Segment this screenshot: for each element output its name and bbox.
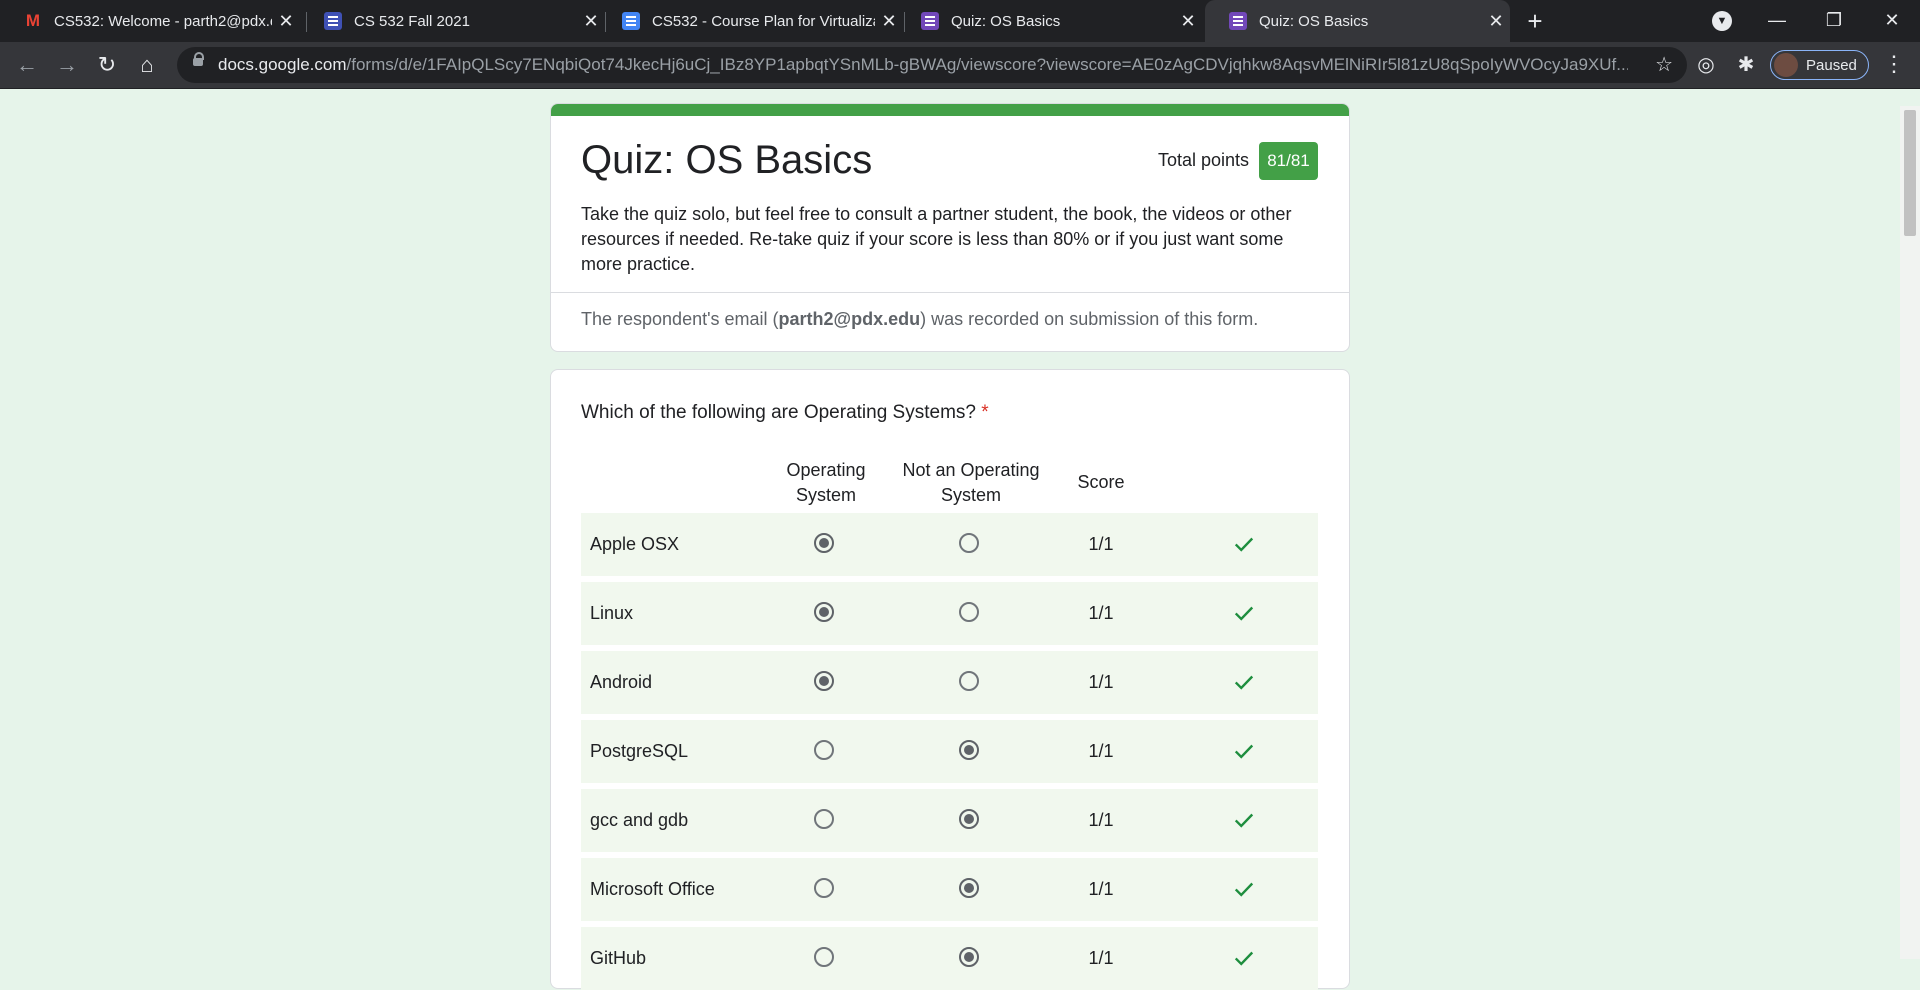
scrollbar-thumb[interactable] <box>1904 110 1916 236</box>
table-row: gcc and gdb 1/1 <box>581 789 1318 852</box>
radio-operating-system[interactable] <box>814 947 834 967</box>
row-score: 1/1 <box>1088 603 1114 623</box>
new-tab-button[interactable]: + <box>1520 6 1550 36</box>
radio-not-operating-system[interactable] <box>959 740 979 760</box>
table-row: Microsoft Office 1/1 <box>581 858 1318 921</box>
row-label: Microsoft Office <box>590 879 715 899</box>
forward-arrow-icon[interactable]: → <box>51 49 83 81</box>
tab-search-icon[interactable]: ▼ <box>1712 11 1732 31</box>
back-arrow-icon[interactable]: ← <box>11 49 43 81</box>
puzzle-icon[interactable]: ✱ <box>1730 49 1762 81</box>
close-icon[interactable]: ✕ <box>272 11 300 32</box>
required-mark: * <box>981 402 989 423</box>
column-header-score: Score <box>1077 472 1125 492</box>
question-card: Which of the following are Operating Sys… <box>550 369 1350 990</box>
checkmark-icon <box>1234 744 1254 759</box>
column-header-not-os: Not an Operating System <box>902 460 1040 505</box>
browser-tab[interactable]: CS532 - Course Plan for Virtualiza ✕ <box>598 0 903 42</box>
radio-not-operating-system[interactable] <box>959 947 979 967</box>
browser-tab[interactable]: M CS532: Welcome - parth2@pdx.e ✕ <box>0 0 300 42</box>
browser-tab[interactable]: CS 532 Fall 2021 ✕ <box>300 0 605 42</box>
quiz-header-card: Quiz: OS Basics Total points 81/81 Take … <box>550 103 1350 352</box>
reload-icon[interactable]: ↻ <box>91 49 123 81</box>
browser-tab[interactable]: Quiz: OS Basics ✕ <box>897 0 1202 42</box>
bookmark-star-icon[interactable]: ☆ <box>1655 47 1673 83</box>
close-icon[interactable]: ✕ <box>1174 11 1202 32</box>
radio-operating-system[interactable] <box>814 878 834 898</box>
quiz-description: Take the quiz solo, but feel free to con… <box>581 204 1292 274</box>
respondent-email: parth2@pdx.edu <box>778 309 921 329</box>
page-title: Quiz: OS Basics <box>581 138 873 182</box>
checkmark-icon <box>1234 813 1254 828</box>
accent-bar <box>551 104 1349 116</box>
respondent-email-notice: The respondent's email (parth2@pdx.edu) … <box>581 309 1259 329</box>
row-score: 1/1 <box>1088 741 1114 761</box>
menu-icon[interactable]: ⋮ <box>1882 49 1906 81</box>
tab-title: Quiz: OS Basics <box>951 12 1061 30</box>
row-score: 1/1 <box>1088 672 1114 692</box>
radio-not-operating-system[interactable] <box>959 809 979 829</box>
tab-title: Quiz: OS Basics <box>1259 12 1369 30</box>
tab-title: CS532 - Course Plan for Virtualiza <box>652 12 875 30</box>
row-score: 1/1 <box>1088 534 1114 554</box>
radio-operating-system[interactable] <box>814 809 834 829</box>
tab-strip: M CS532: Welcome - parth2@pdx.e ✕ CS 532… <box>0 0 1920 42</box>
browser-tab-active[interactable]: Quiz: OS Basics ✕ <box>1205 0 1510 42</box>
address-bar[interactable]: docs.google.com/forms/d/e/1FAIpQLScy7ENq… <box>177 47 1687 83</box>
gmail-icon: M <box>25 11 41 30</box>
row-label: Linux <box>590 603 634 623</box>
close-icon[interactable]: ✕ <box>1482 11 1510 32</box>
table-row: Android 1/1 <box>581 651 1318 714</box>
profile-status: Paused <box>1806 56 1857 74</box>
url-text[interactable]: docs.google.com/forms/d/e/1FAIpQLScy7ENq… <box>218 47 1628 83</box>
restore-icon[interactable]: ❐ <box>1810 0 1858 42</box>
table-row: PostgreSQL 1/1 <box>581 720 1318 783</box>
checkmark-icon <box>1234 537 1254 552</box>
row-label: Apple OSX <box>590 534 680 554</box>
column-header-os: Operating System <box>786 460 866 505</box>
radio-not-operating-system[interactable] <box>959 878 979 898</box>
window-close-icon[interactable]: ✕ <box>1868 0 1916 42</box>
forms-icon <box>1229 12 1247 30</box>
lock-icon <box>193 52 204 66</box>
row-label: gcc and gdb <box>590 810 689 830</box>
forms-icon <box>921 12 939 30</box>
checkmark-icon <box>1234 675 1254 690</box>
radio-not-operating-system[interactable] <box>959 671 979 691</box>
table-row: Apple OSX 1/1 <box>581 513 1318 576</box>
sites-icon <box>324 12 342 30</box>
radio-operating-system[interactable] <box>814 671 834 691</box>
row-score: 1/1 <box>1088 879 1114 899</box>
divider <box>551 292 1349 293</box>
row-label: Android <box>590 672 653 692</box>
radio-operating-system[interactable] <box>814 533 834 553</box>
docs-icon <box>622 12 640 30</box>
checkmark-icon <box>1234 882 1254 897</box>
avatar <box>1774 53 1798 77</box>
tab-title: CS532: Welcome - parth2@pdx.e <box>54 12 272 30</box>
minimize-icon[interactable]: — <box>1753 0 1801 42</box>
checkmark-icon <box>1234 951 1254 966</box>
radio-not-operating-system[interactable] <box>959 602 979 622</box>
checkmark-icon <box>1234 606 1254 621</box>
profile-button[interactable]: Paused <box>1770 50 1869 80</box>
row-label: PostgreSQL <box>590 741 689 761</box>
home-icon[interactable]: ⌂ <box>131 49 163 81</box>
table-row: Linux 1/1 <box>581 582 1318 645</box>
radio-operating-system[interactable] <box>814 602 834 622</box>
radio-operating-system[interactable] <box>814 740 834 760</box>
total-points-badge: 81/81 <box>1259 142 1318 180</box>
extension-icon[interactable]: ◎ <box>1690 49 1722 81</box>
radio-not-operating-system[interactable] <box>959 533 979 553</box>
question-text: Which of the following are Operating Sys… <box>581 402 989 423</box>
total-points-label: Total points <box>1158 150 1250 170</box>
browser-toolbar: ← → ↻ ⌂ docs.google.com/forms/d/e/1FAIpQ… <box>0 42 1920 89</box>
row-score: 1/1 <box>1088 810 1114 830</box>
tab-title: CS 532 Fall 2021 <box>354 12 470 30</box>
